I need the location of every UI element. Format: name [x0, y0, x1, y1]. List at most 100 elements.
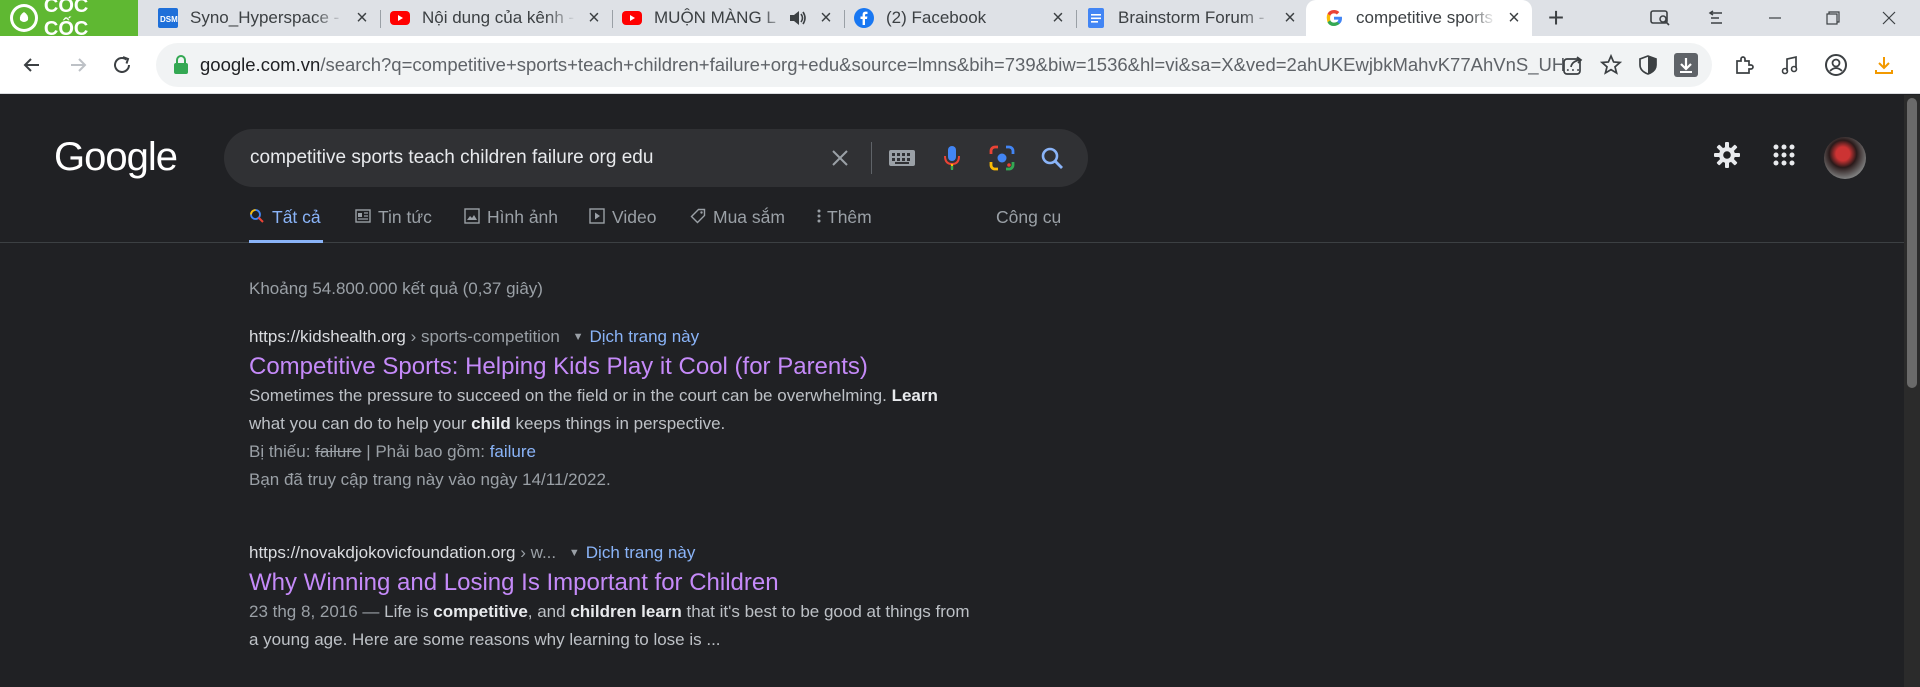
restore-icon[interactable]: [1810, 0, 1856, 36]
snippet-text: what you can do to help your: [249, 414, 472, 433]
browser-tab-facebook[interactable]: (2) Facebook ×: [836, 0, 1076, 36]
snippet-text: Life is: [384, 602, 434, 621]
search-tabs: Tất cả Tin tức Hình ảnh Video Mua sắm Th…: [0, 203, 1904, 243]
tab-strip: CỐC CỐC DSM Syno_Hyperspace - S × Nội du…: [0, 0, 1920, 40]
tab-tools[interactable]: Công cụ: [996, 203, 1061, 243]
tab-videos[interactable]: Video: [589, 203, 656, 243]
snippet-text: that it's best to be good at things from: [681, 602, 970, 621]
tab-label: Tin tức: [378, 207, 432, 227]
search-result: https://kidshealth.org › sports-competit…: [249, 324, 1009, 494]
result-snippet: Sometimes the pressure to succeed on the…: [249, 382, 1009, 438]
search-icon[interactable]: [1038, 144, 1066, 172]
window-close-icon[interactable]: [1866, 0, 1912, 36]
tab-title: Brainstorm Forum -: [1118, 8, 1265, 27]
coccoc-logo-icon: [10, 4, 38, 32]
result-cite[interactable]: https://kidshealth.org › sports-competit…: [249, 324, 1009, 350]
search-query[interactable]: competitive sports teach children failur…: [250, 129, 653, 187]
back-icon[interactable]: [16, 49, 48, 81]
tag-icon: [690, 207, 706, 225]
caret-down-icon[interactable]: ▼: [573, 324, 584, 350]
close-icon[interactable]: ×: [352, 7, 372, 29]
result-site: https://novakdjokovicfoundation.org: [249, 543, 516, 562]
translate-page-link[interactable]: Dịch trang này: [586, 543, 696, 562]
caret-down-icon[interactable]: ▼: [569, 540, 580, 566]
close-icon[interactable]: ×: [1504, 7, 1524, 29]
dsm-icon: DSM: [158, 8, 178, 28]
tab-title: MUỘN MÀNG L: [654, 8, 776, 27]
result-date: 23 thg 8, 2016 —: [249, 602, 385, 621]
forward-icon[interactable]: [62, 49, 94, 81]
tab-shopping[interactable]: Mua sắm: [690, 203, 785, 243]
lens-search-icon[interactable]: [988, 144, 1016, 172]
result-path: › sports-competition: [405, 327, 560, 346]
google-logo[interactable]: Google: [54, 135, 178, 180]
speaker-icon[interactable]: [788, 8, 808, 28]
browser-tab-youtube-channel[interactable]: Nội dung của kênh - ×: [372, 0, 612, 36]
close-icon[interactable]: ×: [1280, 7, 1300, 29]
apps-grid-icon[interactable]: [1766, 137, 1802, 173]
browser-tab-synology[interactable]: DSM Syno_Hyperspace - S ×: [140, 0, 380, 36]
must-include-label: | Phải bao gồm:: [361, 442, 490, 461]
more-vert-icon: [815, 207, 823, 225]
profile-icon[interactable]: [1820, 49, 1852, 81]
snippet-bold: competitive: [433, 602, 528, 621]
tab-label: Mua sắm: [713, 207, 785, 227]
account-avatar[interactable]: [1824, 137, 1866, 179]
clear-search-icon[interactable]: [826, 144, 854, 172]
brand-label: CỐC CỐC: [43, 0, 89, 40]
tab-title: Syno_Hyperspace - S: [190, 8, 344, 27]
back-history-icon[interactable]: [1694, 0, 1740, 36]
bookmark-star-icon[interactable]: [1600, 54, 1622, 76]
browser-toolbar: google.com.vn/search?q=competitive+sport…: [0, 36, 1920, 94]
media-playlist-icon[interactable]: [1774, 49, 1806, 81]
address-bar[interactable]: google.com.vn/search?q=competitive+sport…: [156, 43, 1712, 87]
tab-label: Công cụ: [996, 207, 1062, 227]
must-include-link[interactable]: failure: [490, 442, 536, 461]
close-icon[interactable]: ×: [816, 7, 836, 29]
share-icon[interactable]: [1562, 54, 1584, 76]
secure-lock-icon[interactable]: [172, 55, 190, 75]
scrollbar-thumb[interactable]: [1907, 98, 1917, 388]
docs-icon: [1086, 8, 1106, 28]
snippet-text: keeps things in perspective.: [510, 414, 726, 433]
settings-gear-icon[interactable]: [1709, 137, 1745, 173]
shield-icon[interactable]: [1638, 54, 1658, 76]
translate-page-link[interactable]: Dịch trang này: [590, 327, 700, 346]
snippet-text: a young age. Here are some reasons why l…: [249, 630, 721, 649]
browser-tab-brainstorm[interactable]: Brainstorm Forum - ×: [1068, 0, 1308, 36]
close-icon[interactable]: ×: [1048, 7, 1068, 29]
tab-title: competitive sports t: [1356, 8, 1496, 27]
google-icon: [1324, 8, 1344, 28]
new-tab-button[interactable]: +: [1540, 2, 1572, 34]
tab-all[interactable]: Tất cả: [249, 203, 323, 243]
svg-text:DSM: DSM: [160, 15, 178, 24]
missing-label: Bị thiếu:: [249, 442, 316, 461]
minimize-icon[interactable]: [1752, 0, 1798, 36]
tab-search-icon[interactable]: [1638, 0, 1684, 36]
youtube-icon: [390, 8, 410, 28]
download-video-icon[interactable]: [1674, 53, 1698, 77]
coccoc-logo[interactable]: CỐC CỐC: [0, 0, 138, 40]
browser-tab-youtube-music[interactable]: MUỘN MÀNG L ×: [604, 0, 844, 36]
keyboard-icon[interactable]: [888, 144, 916, 172]
tab-label: Video: [612, 207, 657, 227]
tab-more[interactable]: Thêm: [815, 203, 872, 243]
youtube-icon: [622, 8, 642, 28]
browser-tab-google-search[interactable]: competitive sports t ×: [1306, 0, 1532, 36]
tab-images[interactable]: Hình ảnh: [464, 203, 558, 243]
tab-label: Thêm: [827, 207, 872, 227]
google-search-page: Google competitive sports teach children…: [0, 95, 1904, 687]
reload-icon[interactable]: [106, 49, 138, 81]
result-title-link[interactable]: Competitive Sports: Helping Kids Play it…: [249, 352, 1009, 382]
snippet-text: Sometimes the pressure to succeed on the…: [249, 386, 892, 405]
tab-news[interactable]: Tin tức: [355, 203, 432, 243]
search-result: https://novakdjokovicfoundation.org › w.…: [249, 540, 1009, 654]
result-snippet: 23 thg 8, 2016 — Life is competitive, an…: [249, 598, 1009, 654]
extensions-icon[interactable]: [1728, 49, 1760, 81]
result-title-link[interactable]: Why Winning and Losing Is Important for …: [249, 568, 1009, 598]
search-input[interactable]: competitive sports teach children failur…: [224, 129, 1088, 187]
downloads-icon[interactable]: [1868, 49, 1900, 81]
voice-search-icon[interactable]: [938, 144, 966, 172]
result-cite[interactable]: https://novakdjokovicfoundation.org › w.…: [249, 540, 1009, 566]
close-icon[interactable]: ×: [584, 7, 604, 29]
